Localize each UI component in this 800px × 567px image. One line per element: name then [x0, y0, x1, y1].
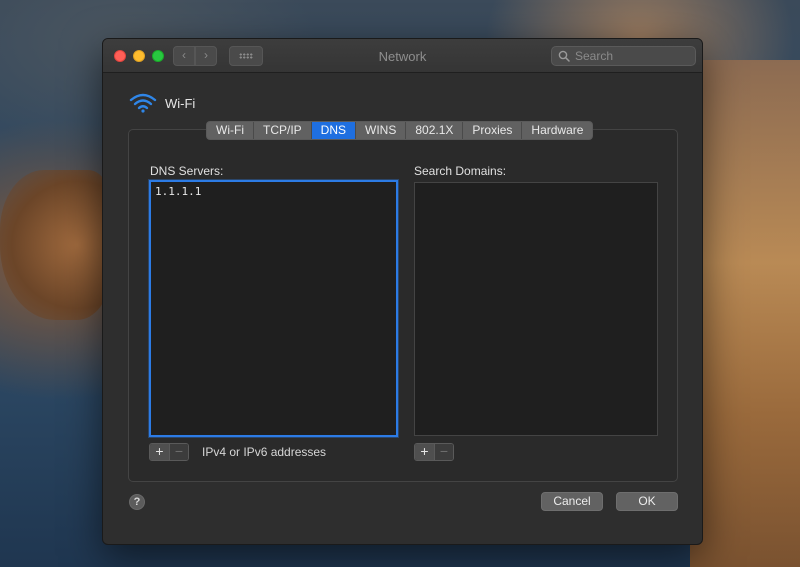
dns-server-entry[interactable]: 1.1.1.1: [151, 182, 396, 201]
tab-dns[interactable]: DNS: [311, 122, 356, 139]
tab-bar: Wi-Fi TCP/IP DNS WINS 802.1X Proxies Har…: [206, 121, 594, 140]
dns-servers-label: DNS Servers:: [150, 164, 224, 178]
connection-name: Wi-Fi: [165, 95, 196, 111]
tab-hardware[interactable]: Hardware: [522, 122, 593, 139]
network-window: ‹ › Network Wi-Fi DNS Servers: 1.1.1.1: [102, 38, 703, 545]
tab-tcpip[interactable]: TCP/IP: [253, 122, 312, 139]
dns-servers-hint: IPv4 or IPv6 addresses: [202, 445, 327, 459]
tab-8021x[interactable]: 802.1X: [406, 122, 464, 139]
help-button[interactable]: ?: [129, 494, 145, 510]
search-input[interactable]: [575, 49, 685, 63]
tab-wins[interactable]: WINS: [356, 122, 407, 139]
wifi-icon: [129, 93, 157, 113]
settings-panel: DNS Servers: 1.1.1.1 + − IPv4 or IPv6 ad…: [128, 129, 678, 482]
wallpaper-cliff: [0, 170, 110, 320]
wallpaper-cliff: [690, 60, 800, 567]
remove-dns-server-button[interactable]: −: [169, 444, 188, 460]
add-dns-server-button[interactable]: +: [150, 444, 169, 460]
dns-servers-list[interactable]: 1.1.1.1: [149, 180, 398, 437]
search-domain-add-remove: + −: [414, 443, 454, 461]
titlebar: ‹ › Network: [103, 39, 702, 73]
search-domains-list[interactable]: [414, 182, 658, 436]
cancel-button[interactable]: Cancel: [541, 492, 603, 511]
dns-server-add-remove: + −: [149, 443, 189, 461]
tab-wifi[interactable]: Wi-Fi: [207, 122, 254, 139]
add-search-domain-button[interactable]: +: [415, 444, 434, 460]
tab-proxies[interactable]: Proxies: [463, 122, 523, 139]
ok-button[interactable]: OK: [616, 492, 678, 511]
search-icon: [558, 50, 570, 62]
search-field[interactable]: [551, 46, 696, 66]
connection-header: Wi-Fi: [129, 93, 195, 113]
remove-search-domain-button[interactable]: −: [434, 444, 453, 460]
search-domains-label: Search Domains:: [414, 164, 507, 178]
